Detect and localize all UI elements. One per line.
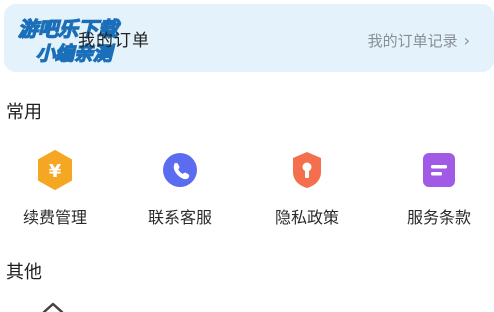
section-title-common: 常用: [6, 102, 42, 123]
grid-item-label: 服务条款: [406, 208, 471, 227]
chevron-right-icon: ›: [463, 31, 470, 50]
order-history-label: 我的订单记录: [367, 32, 458, 50]
privacy-shield-icon: [293, 152, 321, 188]
order-history-link[interactable]: 我的订单记录 ›: [368, 30, 470, 51]
grid-item-privacy-policy[interactable]: 隐私政策: [252, 142, 362, 232]
grid-item-renewal[interactable]: ¥ 续费管理: [0, 142, 110, 232]
grid-item-label: 续费管理: [22, 208, 87, 227]
partial-item-icon: [42, 302, 64, 312]
order-title: 我的订单: [78, 31, 150, 51]
terms-document-icon: [423, 153, 455, 187]
section-title-other: 其他: [6, 262, 42, 283]
phone-circle-icon: [163, 153, 197, 187]
svg-text:¥: ¥: [49, 161, 62, 182]
grid-item-label: 隐私政策: [274, 208, 339, 227]
yen-hexagon-icon: ¥: [38, 150, 72, 190]
grid-item-terms-of-service[interactable]: 服务条款: [384, 142, 494, 232]
grid-item-customer-service[interactable]: 联系客服: [125, 142, 235, 232]
grid-item-label: 联系客服: [147, 208, 212, 227]
common-grid: ¥ 续费管理 联系客服 隐私政策 服务条款: [0, 142, 494, 232]
order-card[interactable]: 游吧乐下载 小编亲测 我的订单 我的订单记录 ›: [4, 4, 494, 72]
